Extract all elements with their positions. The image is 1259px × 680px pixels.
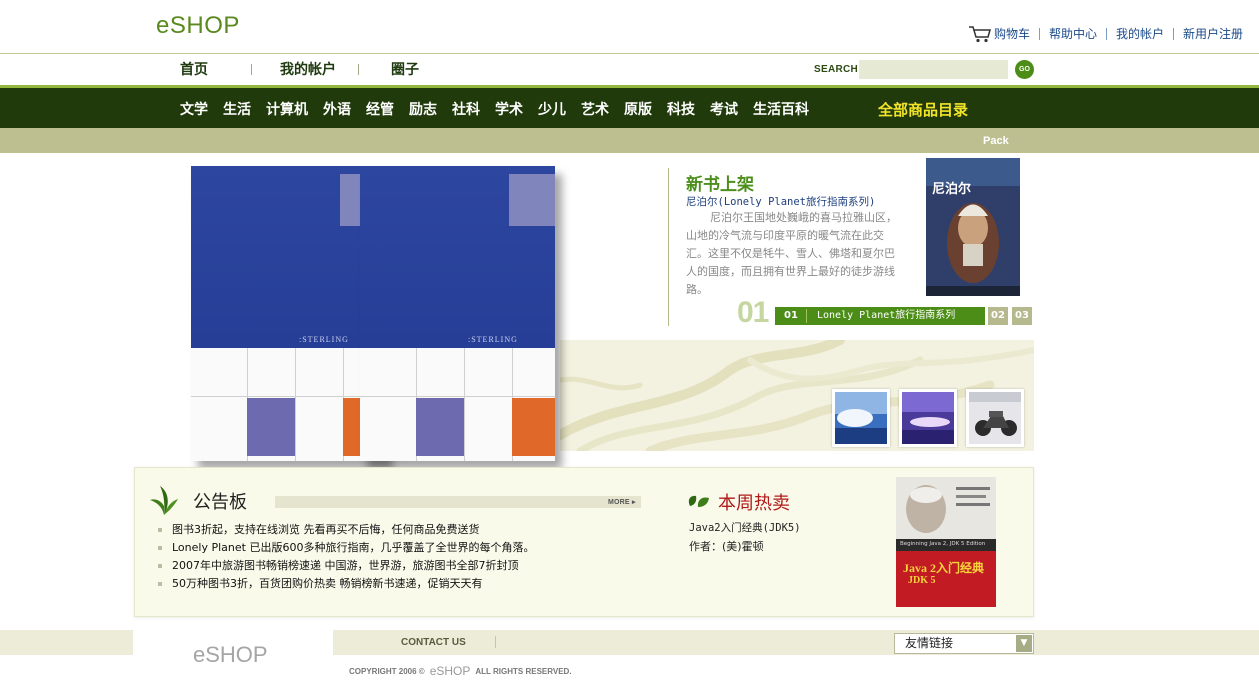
category-computer[interactable]: 计算机 [266, 99, 308, 119]
chevron-down-icon: ▼ [1016, 635, 1032, 652]
thumbnail-ocean[interactable] [832, 389, 890, 447]
thumbnail-motorcycle[interactable] [966, 389, 1024, 447]
category-life[interactable]: 生活 [223, 99, 251, 119]
my-account-link[interactable]: 我的帐户 [1106, 28, 1173, 40]
category-languages[interactable]: 外语 [323, 99, 351, 119]
site-logo[interactable]: eSHOP [156, 12, 240, 40]
contact-us-link[interactable]: CONTACT US [401, 637, 466, 648]
weekly-bestseller-title: 本周热卖 [718, 493, 790, 514]
bestseller-book-title[interactable]: Java2入门经典(JDK5) [689, 520, 801, 535]
bullet-icon [158, 528, 162, 532]
category-inspiration[interactable]: 励志 [409, 99, 437, 119]
secondary-nav: 首页 我的帐户 圈子 [180, 60, 419, 78]
decorative-pattern [560, 340, 1034, 451]
bestseller-cover-title: Java 2入门经典 [903, 561, 985, 575]
notice-item[interactable]: 图书3折起，支持在线浏览 先看再买不后悔，任何商品免费送货 [156, 521, 646, 539]
notice-text: 2007年中旅游图书畅销榜速递 中国游，世界游，旅游图书全部7折封顶 [172, 559, 519, 572]
notice-item[interactable]: Lonely Planet 已出版600多种旅行指南，几乎覆盖了全世界的每个角落… [156, 539, 646, 557]
featured-book-title[interactable]: 尼泊尔(Lonely Planet旅行指南系列) [686, 194, 875, 209]
bullet-icon [158, 546, 162, 550]
slide-label[interactable]: Lonely Planet旅行指南系列 [817, 307, 955, 325]
thumbnail-sunset[interactable] [899, 389, 957, 447]
new-books-title: 新书上架 [686, 175, 754, 195]
category-life-encyclopedia[interactable]: 生活百科 [753, 99, 809, 119]
go-button[interactable]: GO [1015, 60, 1034, 79]
section-divider [668, 168, 669, 326]
friend-links-select[interactable]: 友情链接 ▼ [894, 633, 1034, 654]
notice-list: 图书3折起，支持在线浏览 先看再买不后悔，任何商品免费送货 Lonely Pla… [156, 521, 646, 593]
category-art[interactable]: 艺术 [581, 99, 609, 119]
notice-text: Lonely Planet 已出版600多种旅行指南，几乎覆盖了全世界的每个角落… [172, 541, 535, 554]
footer-separator [495, 636, 496, 648]
nav-circle[interactable]: 圈子 [391, 59, 419, 79]
featured-book-front[interactable]: :STERLING [360, 166, 555, 461]
register-link[interactable]: 新用户注册 [1173, 28, 1252, 40]
featured-book-cover[interactable]: 尼泊尔 [926, 158, 1020, 296]
notice-board-title: 公告板 [193, 492, 247, 513]
footer-logo[interactable]: eSHOP [193, 642, 268, 668]
search-input[interactable] [859, 60, 1008, 79]
bestseller-book-cover[interactable]: Beginning Java 2, JDK 5 Edition Java 2入门… [896, 477, 996, 607]
book-brand: :STERLING [299, 335, 349, 344]
slide-current-number[interactable]: 01 [776, 307, 806, 325]
bullet-icon [158, 582, 162, 586]
featured-cover-text: 尼泊尔 [932, 182, 972, 197]
more-arrow-icon: ▸ [631, 499, 636, 506]
notice-item[interactable]: 2007年中旅游图书畅销榜速递 中国游，世界游，旅游图书全部7折封顶 [156, 557, 646, 575]
category-literature[interactable]: 文学 [180, 99, 208, 119]
notice-text: 50万种图书3折，百货团购价热卖 畅销榜新书速递，促销天天有 [172, 577, 483, 590]
slide-page-button[interactable]: 03 [1012, 307, 1032, 325]
bullet-icon [158, 564, 162, 568]
category-exams[interactable]: 考试 [710, 99, 738, 119]
slide-page-button[interactable]: 02 [988, 307, 1008, 325]
category-original[interactable]: 原版 [624, 99, 652, 119]
nav-my-account[interactable]: 我的帐户 [280, 59, 336, 79]
all-categories-link[interactable]: 全部商品目录 [878, 99, 968, 120]
copyright: COPYRIGHT 2006 © eSHOP ALL RIGHTS RESERV… [349, 664, 572, 678]
category-nav: 文学 生活 计算机 外语 经管 励志 社科 学术 少儿 艺术 原版 科技 考试 … [180, 99, 824, 119]
nav-separator [251, 63, 252, 75]
search-label: SEARCH [814, 64, 859, 75]
friend-links-label: 友情链接 [905, 636, 954, 650]
notice-item[interactable]: 50万种图书3折，百货团购价热卖 畅销榜新书速递，促销天天有 [156, 575, 646, 593]
copyright-prefix: COPYRIGHT 2006 © [349, 666, 425, 676]
hot-leaves-icon [688, 495, 709, 507]
category-children[interactable]: 少儿 [538, 99, 566, 119]
more-label: MORE [608, 499, 630, 506]
category-science[interactable]: 科技 [667, 99, 695, 119]
pack-link[interactable]: Pack [983, 135, 1009, 147]
bestseller-cover-sub: JDK 5 [908, 575, 936, 586]
copyright-suffix: ALL RIGHTS RESERVED. [475, 666, 572, 676]
cart-link[interactable]: 购物车 [994, 28, 1039, 40]
more-link[interactable]: MORE ▸ [608, 498, 636, 506]
bestseller-author: 作者：(美)霍顿 [689, 540, 764, 553]
category-social-science[interactable]: 社科 [452, 99, 480, 119]
featured-book-description: 尼泊尔王国地处巍峨的喜马拉雅山区，山地的冷气流与印度平原的暖气流在此交汇。这里不… [686, 211, 897, 296]
book-brand: :STERLING [468, 335, 518, 344]
leaf-icon [150, 486, 178, 515]
more-bar [275, 496, 641, 508]
category-business[interactable]: 经管 [366, 99, 394, 119]
pack-bar [0, 128, 1259, 153]
header-divider [0, 53, 1259, 54]
featured-book-back[interactable]: :STERLING [191, 166, 386, 461]
notice-text: 图书3折起，支持在线浏览 先看再买不后悔，任何商品免费送货 [172, 523, 480, 536]
bestseller-cover-en: Beginning Java 2, JDK 5 Edition [900, 541, 986, 547]
slide-big-number: 01 [737, 296, 769, 329]
nav-separator [358, 63, 359, 75]
cart-icon[interactable] [968, 25, 992, 43]
top-links: 购物车 帮助中心 我的帐户 新用户注册 [968, 25, 1252, 43]
category-academic[interactable]: 学术 [495, 99, 523, 119]
help-center-link[interactable]: 帮助中心 [1039, 28, 1106, 40]
slide-separator [806, 309, 807, 323]
nav-home[interactable]: 首页 [180, 59, 208, 79]
copyright-logo: eSHOP [429, 664, 471, 678]
